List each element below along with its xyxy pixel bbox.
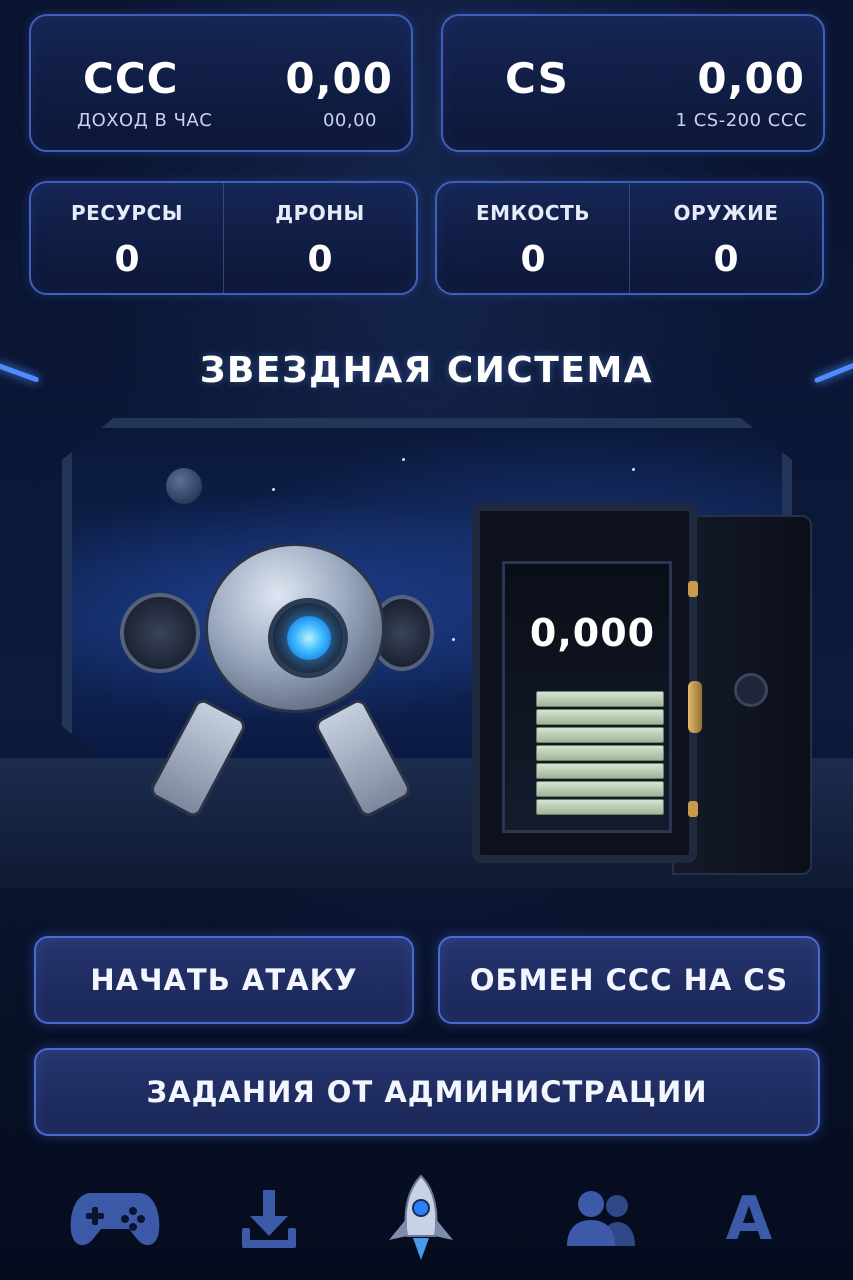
- safe-door-frame: 0,000: [472, 503, 702, 863]
- drone-leg-right: [312, 696, 414, 820]
- capacity-label: ЕМКОСТЬ: [476, 201, 590, 225]
- nav-friends[interactable]: [546, 1174, 656, 1264]
- safe-handle: [688, 681, 702, 733]
- nav-rocket[interactable]: [366, 1174, 476, 1264]
- star-system-title: ЗВЕЗДНАЯ СИСТЕМА: [199, 350, 654, 391]
- ccc-code: CCC: [83, 54, 179, 103]
- cs-balance-card: CS 0,00 1 CS-200 CCC: [441, 14, 825, 152]
- cash-stack: [536, 691, 664, 707]
- cash-stack: [536, 781, 664, 797]
- weapons-value: 0: [713, 239, 739, 280]
- nav-profile[interactable]: A: [694, 1174, 804, 1264]
- drones-value: 0: [307, 239, 333, 280]
- cash-stack: [536, 709, 664, 725]
- rocket-icon: [389, 1174, 453, 1260]
- capacity-stat: ЕМКОСТЬ 0: [437, 183, 629, 293]
- resources-value: 0: [114, 239, 140, 280]
- safe-hinge: [688, 801, 698, 817]
- safe: 0,000: [472, 503, 812, 883]
- weapons-label: ОРУЖИЕ: [673, 201, 779, 225]
- star: [402, 458, 405, 461]
- distant-planet: [166, 468, 202, 504]
- resources-stat: РЕСУРСЫ 0: [31, 183, 223, 293]
- star-system-scene: 0,000: [0, 418, 853, 888]
- bottom-navigation: A: [0, 1160, 853, 1280]
- admin-tasks-button[interactable]: ЗАДАНИЯ ОТ АДМИНИСТРАЦИИ: [34, 1048, 820, 1136]
- safe-dial: [734, 673, 768, 707]
- cash-stack: [536, 799, 664, 815]
- start-attack-button[interactable]: НАЧАТЬ АТАКУ: [34, 936, 414, 1024]
- gamepad-icon: [70, 1193, 160, 1246]
- download-icon: [242, 1190, 296, 1248]
- star: [632, 468, 635, 471]
- exchange-rate: 1 CS-200 CCC: [675, 110, 807, 131]
- ccc-balance: 0,00: [285, 54, 393, 103]
- capacity-value: 0: [520, 239, 546, 280]
- drone-robot: [120, 543, 434, 833]
- safe-amount: 0,000: [529, 611, 656, 655]
- cs-balance: 0,00: [697, 54, 805, 103]
- star: [272, 488, 275, 491]
- resources-label: РЕСУРСЫ: [71, 201, 183, 225]
- ccc-balance-card: CCC 0,00 ДОХОД В ЧАС 00,00: [29, 14, 413, 152]
- hourly-income-value: 00,00: [322, 110, 377, 131]
- capacity-weapons-card: ЕМКОСТЬ 0 ОРУЖИЕ 0: [435, 181, 824, 295]
- hourly-income-label: ДОХОД В ЧАС: [77, 110, 213, 131]
- cash-stack: [536, 727, 664, 743]
- nav-download[interactable]: [214, 1174, 324, 1264]
- drone-leg-left: [147, 696, 249, 820]
- nav-games[interactable]: [60, 1174, 170, 1264]
- star: [452, 638, 455, 641]
- cs-code: CS: [505, 54, 569, 103]
- safe-hinge: [688, 581, 698, 597]
- cash-stack: [536, 763, 664, 779]
- resources-drones-card: РЕСУРСЫ 0 ДРОНЫ 0: [29, 181, 418, 295]
- letter-a-icon: A: [725, 1184, 773, 1254]
- weapons-stat: ОРУЖИЕ 0: [629, 183, 822, 293]
- users-icon: [567, 1191, 635, 1246]
- exchange-ccc-to-cs-button[interactable]: ОБМЕН CCC НА CS: [438, 936, 820, 1024]
- drones-label: ДРОНЫ: [275, 201, 365, 225]
- drone-thruster-left: [120, 593, 200, 673]
- cash-stack: [536, 745, 664, 761]
- drones-stat: ДРОНЫ 0: [223, 183, 416, 293]
- drone-eye: [287, 616, 331, 660]
